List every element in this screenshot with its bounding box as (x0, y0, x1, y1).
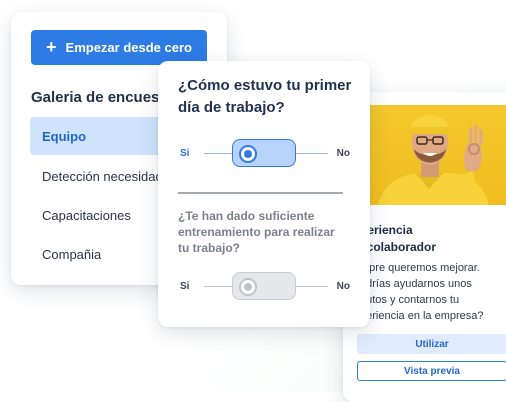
slider-yes-label: Si (180, 148, 190, 159)
slider-thumb[interactable] (232, 139, 296, 167)
template-desc-line: odrías ayudarnos unos (360, 278, 472, 290)
radio-unselected-icon (239, 278, 257, 296)
gallery-item-label: Compañia (42, 246, 102, 262)
question-preview-card: ¿Cómo estuvo tu primer día de trabajo? S… (158, 61, 370, 327)
slider-thumb[interactable] (232, 272, 296, 300)
slider-no-label: No (336, 281, 350, 292)
template-title: periencia l colaborador (360, 222, 506, 256)
yes-no-slider-1: Si No (180, 139, 350, 169)
template-desc-line: mpre queremos mejorar. (360, 262, 480, 274)
slider-yes-label: Si (180, 281, 190, 292)
template-description: mpre queremos mejorar. odrías ayudarnos … (360, 260, 506, 324)
preview-template-button[interactable]: Vista previa (357, 361, 506, 381)
use-template-button[interactable]: Utilizar (357, 334, 506, 354)
template-title-line: l colaborador (360, 240, 437, 254)
template-desc-line: nutos y contarnos tu (360, 294, 460, 306)
gallery-item-label: Equipo (42, 128, 87, 144)
template-desc-line: periencia en la empresa? (360, 310, 484, 322)
divider (178, 192, 343, 194)
yes-no-slider-2: Si No (180, 272, 350, 302)
plus-icon: + (46, 36, 57, 57)
question-2-text: ¿Te han dado suficiente entrenamiento pa… (178, 209, 335, 255)
template-title-line: periencia (360, 223, 413, 237)
radio-selected-icon (239, 145, 257, 163)
slider-no-label: No (336, 148, 350, 159)
gallery-item-label: Capacitaciones (42, 207, 131, 223)
start-from-scratch-label: Empezar desde cero (65, 40, 192, 55)
question-1-text: ¿Cómo estuvo tu primer día de trabajo? (178, 77, 352, 116)
start-from-scratch-button[interactable]: + Empezar desde cero (31, 30, 207, 65)
gallery-item-label: Detección necesidades (42, 168, 177, 184)
